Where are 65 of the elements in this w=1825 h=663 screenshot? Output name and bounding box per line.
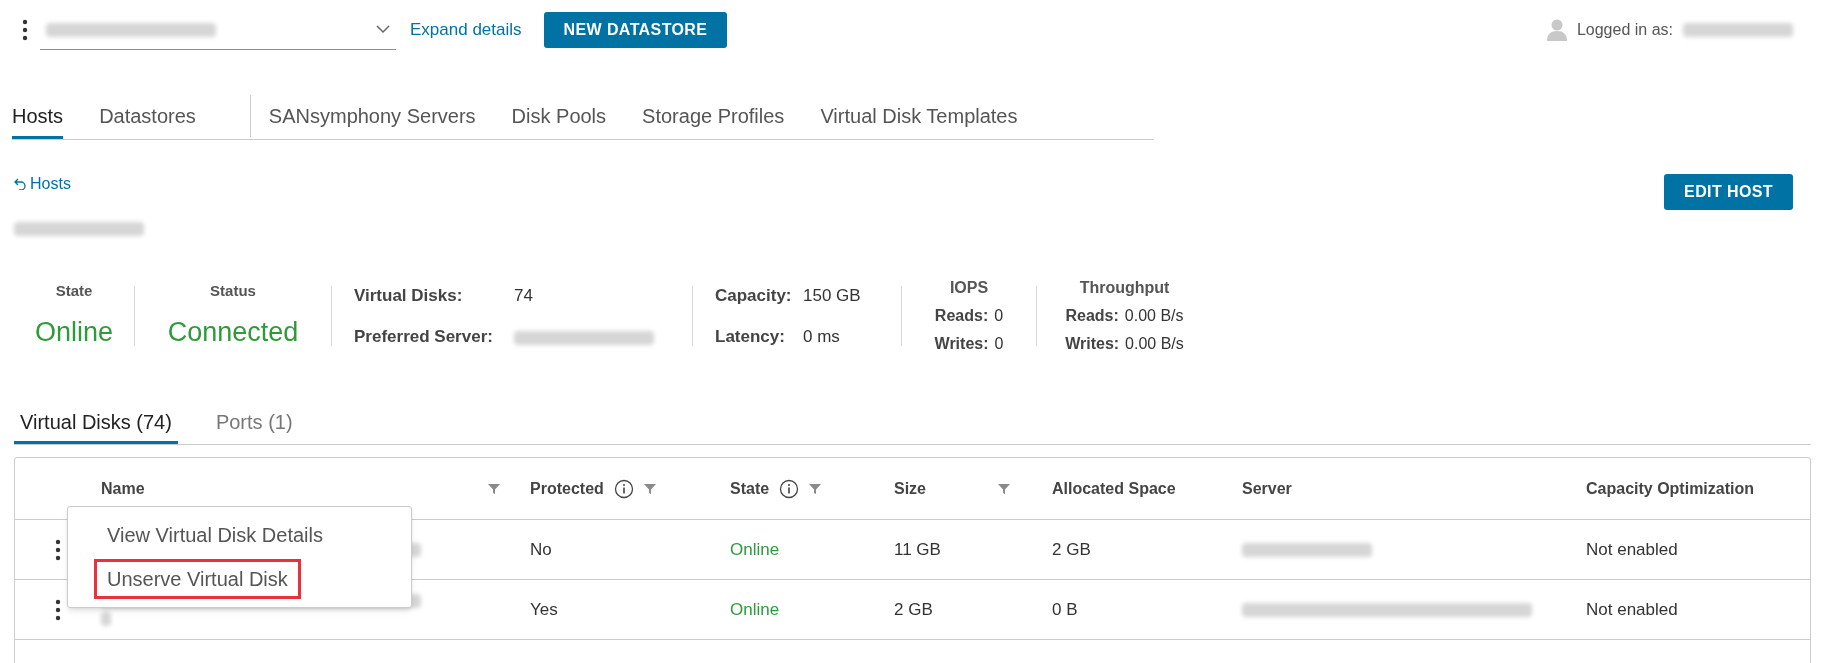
- detail-label: Capacity:: [715, 284, 793, 307]
- status-value: Connected: [167, 316, 299, 349]
- nav-tab[interactable]: SANsymphony Servers: [268, 95, 476, 139]
- table-cell: 0 B: [1052, 599, 1078, 619]
- expand-details-link[interactable]: Expand details: [410, 17, 522, 43]
- column-header: Capacity Optimization: [1586, 478, 1755, 499]
- section-tab[interactable]: Ports (1): [209, 402, 299, 444]
- nav-tab[interactable]: Disk Pools: [511, 95, 607, 139]
- stat-label: State: [55, 280, 93, 301]
- stat-label: Throughput: [1079, 278, 1170, 298]
- nav-tab[interactable]: Storage Profiles: [642, 95, 785, 139]
- table-cell: 11 GB: [894, 539, 941, 559]
- section-tab[interactable]: Virtual Disks (74): [14, 402, 178, 444]
- filter-icon[interactable]: [809, 482, 822, 495]
- column-header: Size: [894, 478, 926, 499]
- filter-icon[interactable]: [998, 482, 1010, 495]
- new-datastore-button[interactable]: NEW DATASTORE: [543, 12, 728, 48]
- nav-tab[interactable]: Hosts: [12, 95, 64, 139]
- stat-label: IOPS: [949, 278, 989, 298]
- detail-label: Writes:: [934, 334, 989, 354]
- kebab-menu-icon[interactable]: [55, 538, 61, 561]
- table-cell: Not enabled: [1586, 539, 1678, 559]
- back-link[interactable]: Hosts: [14, 172, 144, 196]
- kebab-menu-icon[interactable]: [55, 598, 61, 621]
- detail-label: Reads:: [934, 306, 989, 326]
- detail-label: Virtual Disks:: [354, 284, 464, 307]
- column-header: State: [730, 478, 770, 499]
- column-header: Server: [1242, 478, 1292, 499]
- column-header: Name: [101, 478, 145, 499]
- kebab-menu-icon[interactable]: [22, 19, 28, 41]
- chevron-down-icon: [376, 25, 390, 34]
- filter-icon[interactable]: [488, 482, 500, 495]
- info-icon[interactable]: [613, 478, 634, 499]
- detail-value: 0: [994, 306, 1004, 326]
- table-cell: Yes: [530, 599, 558, 619]
- edit-host-button[interactable]: EDIT HOST: [1664, 174, 1793, 210]
- menu-item[interactable]: View Virtual Disk Details: [94, 515, 336, 555]
- table-cell: 2 GB: [894, 599, 933, 619]
- state-value: Online: [34, 316, 113, 349]
- detail-label: Preferred Server:: [354, 326, 494, 348]
- detail-value: 0 ms: [803, 326, 841, 348]
- state-cell: Online: [730, 599, 780, 619]
- detail-value: 0: [994, 334, 1004, 354]
- filter-icon[interactable]: [643, 482, 656, 495]
- detail-label: Reads:: [1065, 306, 1119, 326]
- back-arrow-icon: [14, 178, 26, 190]
- detail-label: Writes:: [1065, 334, 1120, 354]
- nav-tab[interactable]: Datastores: [99, 95, 196, 139]
- table-cell: No: [530, 539, 552, 559]
- table-cell: Not enabled: [1586, 599, 1678, 619]
- stat-label: Status: [210, 280, 256, 301]
- state-cell: Online: [730, 539, 780, 559]
- user-icon: [1546, 19, 1567, 41]
- detail-value: 150 GB: [803, 284, 862, 307]
- detail-value: 74: [514, 284, 534, 307]
- detail-value: 0.00 B/s: [1124, 306, 1184, 326]
- detail-value: 0.00 B/s: [1125, 334, 1184, 354]
- column-header: Protected: [530, 478, 604, 499]
- nav-tab[interactable]: Virtual Disk Templates: [820, 95, 1018, 139]
- menu-item[interactable]: Unserve Virtual Disk: [94, 559, 301, 599]
- column-header: Allocated Space: [1052, 478, 1176, 499]
- logged-in-label: Logged in as:: [1576, 20, 1673, 40]
- table-cell: 2 GB: [1052, 539, 1091, 559]
- info-icon[interactable]: [779, 478, 800, 499]
- detail-label: Latency:: [715, 326, 786, 348]
